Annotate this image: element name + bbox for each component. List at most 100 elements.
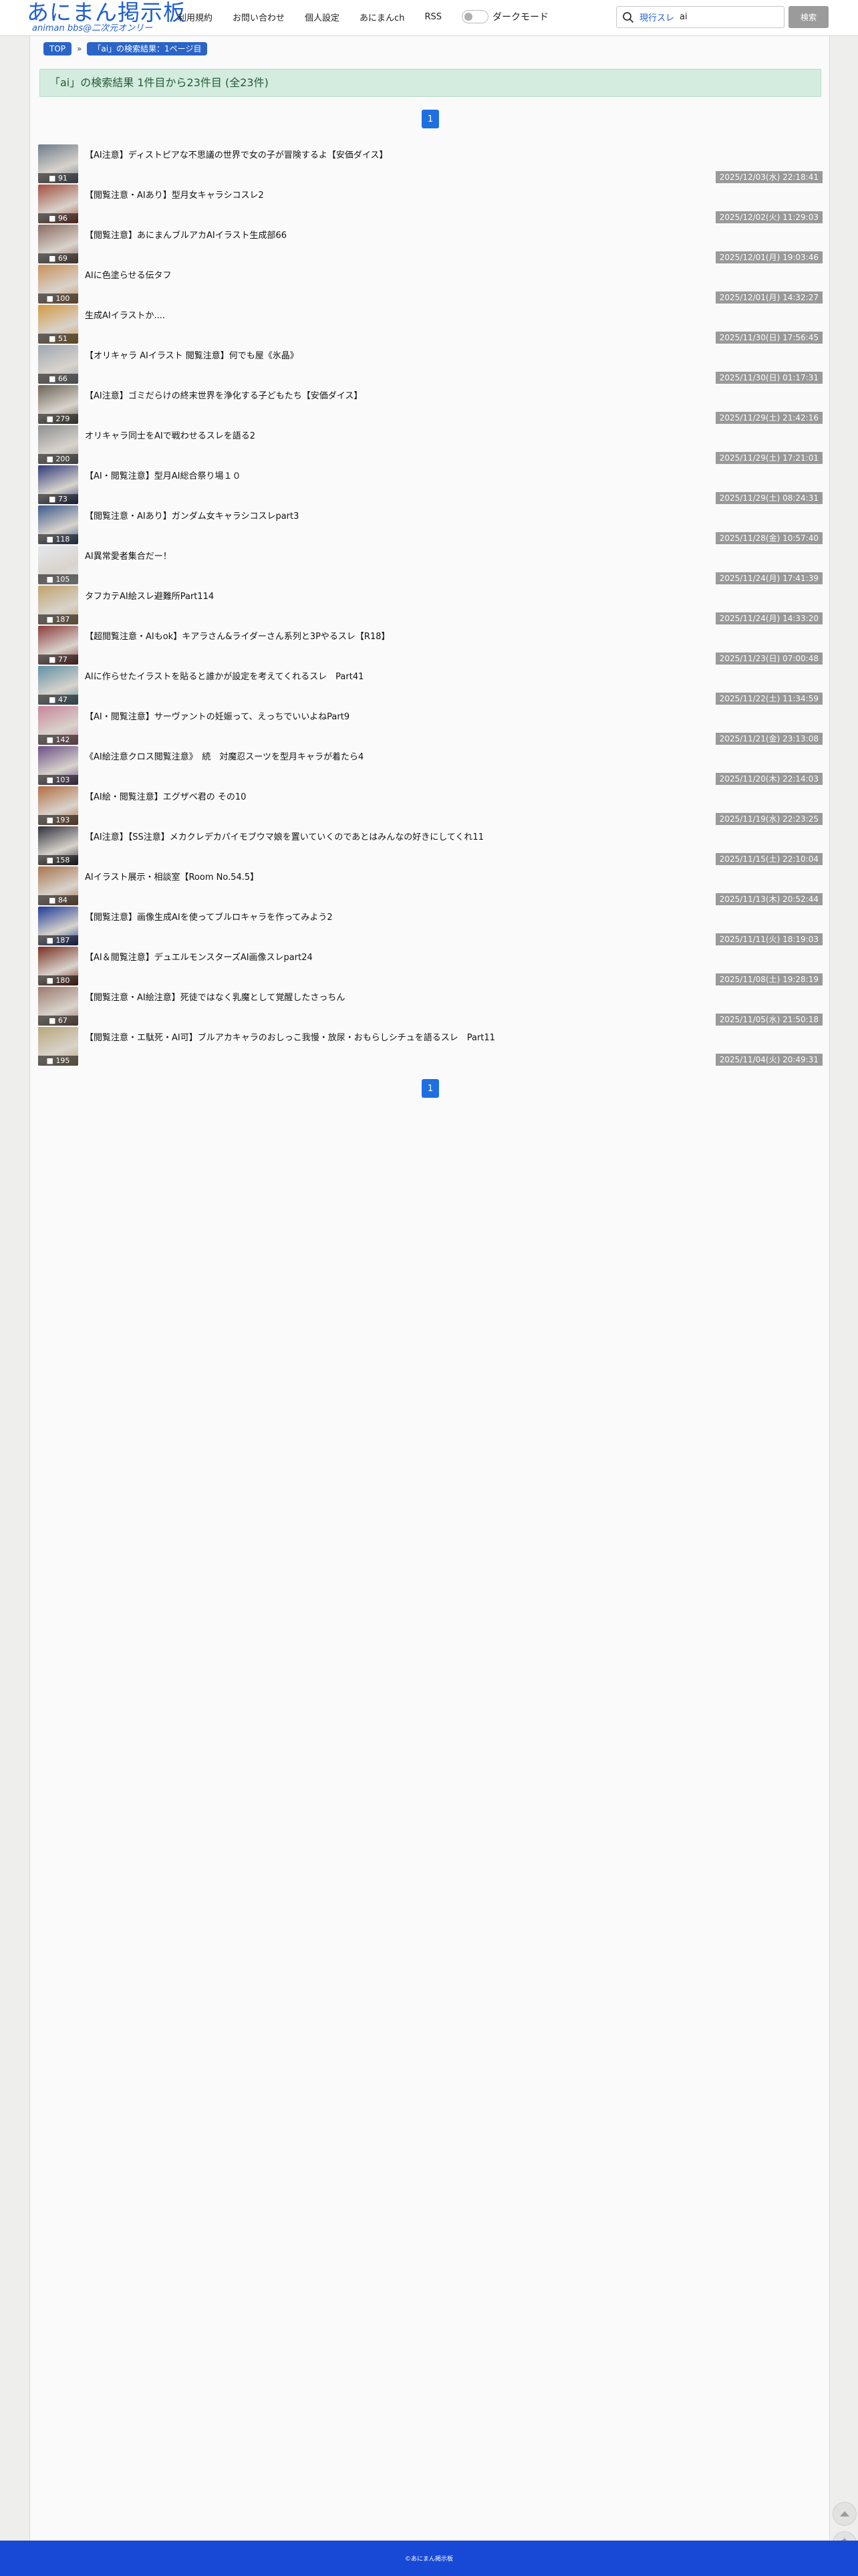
thread-row[interactable]: ■ 195 【閲覧注意・エ駄死・AI可】ブルアカキャラのおしっこ我慢・放尿・おもら…	[38, 1027, 823, 1067]
thread-title[interactable]: AIに色塗らせる伝タフ	[85, 268, 171, 281]
thread-thumbnail[interactable]: ■ 200	[38, 425, 78, 464]
thread-row[interactable]: ■ 180 【AI＆閲覧注意】デュエルモンスターズAI画像スレpart24 2025…	[38, 947, 823, 987]
thread-row[interactable]: ■ 193 【AI絵・閲覧注意】エグザベ君の その10 2025/11/19(水) …	[38, 786, 823, 826]
reply-count: ■ 158	[38, 855, 78, 865]
thread-title[interactable]: 【AI注意】【SS注意】メカクレデカパイモブウマ娘を置いていくのであとはみんなの…	[85, 830, 484, 842]
thread-row[interactable]: ■ 279 【AI注意】ゴミだらけの終末世界を浄化する子どもたち【安価ダイス】 20…	[38, 385, 823, 425]
reply-count: ■ 66	[38, 374, 78, 384]
thread-thumbnail[interactable]: ■ 96	[38, 185, 78, 223]
search-scope-select[interactable]: 現行スレ	[639, 11, 674, 23]
thread-row[interactable]: ■ 66 【オリキャラ AIイラスト 閲覧注意】何でも屋《氷晶》 2025/11/3…	[38, 345, 823, 385]
thread-row[interactable]: ■ 142 【AI・閲覧注意】サーヴァントの妊娠って、えっちでいいよねPart9 2…	[38, 706, 823, 746]
thread-thumbnail[interactable]: ■ 158	[38, 826, 78, 865]
comment-icon: ■	[46, 535, 56, 544]
thread-thumbnail[interactable]: ■ 118	[38, 505, 78, 544]
thread-thumbnail[interactable]: ■ 84	[38, 866, 78, 905]
thread-thumbnail[interactable]: ■ 73	[38, 465, 78, 504]
thread-row[interactable]: ■ 47 AIに作らせたイラストを貼ると誰かが設定を考えてくれるスレ Part41…	[38, 666, 823, 706]
search-button[interactable]: 検索	[789, 6, 829, 28]
thread-thumbnail[interactable]: ■ 51	[38, 305, 78, 344]
thread-row[interactable]: ■ 77 【超閲覧注意・AIもok】キアラさん&ライダーさん系列と3Pやるスレ【R…	[38, 626, 823, 666]
thread-row[interactable]: ■ 103 《AI絵注意クロス閲覧注意》 続 対魔忍スーツを型月キャラが着たら4 2…	[38, 746, 823, 786]
thread-title[interactable]: 【オリキャラ AIイラスト 閲覧注意】何でも屋《氷晶》	[85, 348, 299, 361]
thread-title[interactable]: 【AI注意】ゴミだらけの終末世界を浄化する子どもたち【安価ダイス】	[85, 388, 362, 401]
thread-date: 2025/11/29(土) 08:24:31	[715, 492, 823, 504]
thread-thumbnail[interactable]: ■ 47	[38, 666, 78, 705]
dark-mode-toggle[interactable]: ダークモード	[461, 10, 549, 23]
thread-thumbnail[interactable]: ■ 69	[38, 225, 78, 263]
thread-row[interactable]: ■ 100 AIに色塗らせる伝タフ 2025/12/01(月) 14:32:27	[38, 265, 823, 305]
thread-title[interactable]: 【AI・閲覧注意】型月AI総合祭り場１０	[85, 469, 241, 481]
comment-icon: ■	[46, 776, 56, 784]
thread-title[interactable]: 《AI絵注意クロス閲覧注意》 続 対魔忍スーツを型月キャラが着たら4	[85, 749, 364, 762]
thread-thumbnail[interactable]: ■ 103	[38, 746, 78, 785]
thread-thumbnail[interactable]: ■ 77	[38, 626, 78, 665]
thread-date: 2025/11/22(土) 11:34:59	[715, 693, 823, 705]
thread-row[interactable]: ■ 67 【閲覧注意・AI絵注意】死徒ではなく乳魔として覚醒したさっちん 2025/…	[38, 987, 823, 1027]
thread-title[interactable]: AI異常愛者集合だー！	[85, 549, 172, 562]
reply-count-value: 84	[57, 896, 67, 905]
site-logo[interactable]: あにまん掲示板 animan bbs@二次元オンリー	[27, 1, 185, 33]
thread-title[interactable]: タフカテAI絵スレ避難所Part114	[85, 589, 214, 602]
thread-thumbnail[interactable]: ■ 142	[38, 706, 78, 745]
thread-row[interactable]: ■ 69 【閲覧注意】あにまんブルアカAIイラスト生成部66 2025/12/01(…	[38, 225, 823, 265]
thread-row[interactable]: ■ 73 【AI・閲覧注意】型月AI総合祭り場１０ 2025/11/29(土) 08…	[38, 465, 823, 505]
thread-title[interactable]: 【閲覧注意・AI絵注意】死徒ではなく乳魔として覚醒したさっちん	[85, 990, 345, 1003]
thread-thumbnail[interactable]: ■ 67	[38, 987, 78, 1026]
thread-row[interactable]: ■ 187 タフカテAI絵スレ避難所Part114 2025/11/24(月) 14…	[38, 586, 823, 626]
thread-title[interactable]: 【超閲覧注意・AIもok】キアラさん&ライダーさん系列と3Pやるスレ【R18】	[85, 629, 390, 642]
thread-row[interactable]: ■ 105 AI異常愛者集合だー！ 2025/11/24(月) 17:41:39	[38, 546, 823, 586]
thread-row[interactable]: ■ 118 【閲覧注意・AIあり】ガンダム女キャラシコスレpart3 2025/11…	[38, 505, 823, 546]
thread-thumbnail[interactable]: ■ 195	[38, 1027, 78, 1066]
reply-count: ■ 195	[38, 1056, 78, 1066]
thread-title[interactable]: 【AI注意】ディストピアな不思議の世界で女の子が冒険するよ【安価ダイス】	[85, 148, 388, 160]
thread-title[interactable]: オリキャラ同士をAIで戦わせるスレを語る2	[85, 429, 255, 441]
thread-date: 2025/11/30(日) 01:17:31	[715, 372, 823, 384]
thread-title[interactable]: 【AI・閲覧注意】サーヴァントの妊娠って、えっちでいいよねPart9	[85, 709, 349, 722]
reply-count: ■ 47	[38, 695, 78, 705]
nav-settings[interactable]: 個人設定	[305, 11, 339, 23]
thread-thumbnail[interactable]: ■ 91	[38, 144, 78, 183]
nav-animanch[interactable]: あにまんch	[360, 11, 404, 23]
thread-row[interactable]: ■ 84 AIイラスト展示・相談室【Room No.54.5】 2025/11/13…	[38, 866, 823, 907]
thread-title[interactable]: AIに作らせたイラストを貼ると誰かが設定を考えてくれるスレ Part41	[85, 669, 364, 682]
thread-row[interactable]: ■ 187 【閲覧注意】画像生成AIを使ってブルロキャラを作ってみよう2 2025/…	[38, 907, 823, 947]
thread-title[interactable]: 生成AIイラストか....	[85, 308, 165, 321]
breadcrumb-current[interactable]: 「ai」の検索結果：1ページ目	[87, 42, 208, 55]
nav-terms[interactable]: 利用規約	[178, 11, 212, 23]
comment-icon: ■	[49, 254, 58, 263]
scroll-top-button[interactable]	[833, 2502, 857, 2526]
search-query[interactable]: ai	[680, 12, 688, 22]
thread-thumbnail[interactable]: ■ 279	[38, 385, 78, 424]
pagination-top[interactable]: 1	[422, 110, 439, 128]
thread-title[interactable]: 【閲覧注意・AIあり】型月女キャラシコスレ2	[85, 188, 264, 201]
arrow-up-icon	[840, 2511, 849, 2516]
pagination-bottom[interactable]: 1	[422, 1079, 439, 1098]
comment-icon: ■	[49, 495, 58, 503]
thread-thumbnail[interactable]: ■ 187	[38, 907, 78, 945]
dark-mode-switch[interactable]	[461, 10, 488, 23]
search-input[interactable]: 現行スレ ai	[616, 6, 784, 28]
thread-thumbnail[interactable]: ■ 180	[38, 947, 78, 985]
thread-row[interactable]: ■ 200 オリキャラ同士をAIで戦わせるスレを語る2 2025/11/29(土) …	[38, 425, 823, 465]
breadcrumb-top[interactable]: TOP	[43, 42, 72, 55]
thread-title[interactable]: 【閲覧注意】画像生成AIを使ってブルロキャラを作ってみよう2	[85, 910, 333, 923]
thread-thumbnail[interactable]: ■ 193	[38, 786, 78, 825]
thread-thumbnail[interactable]: ■ 187	[38, 586, 78, 624]
thread-row[interactable]: ■ 158 【AI注意】【SS注意】メカクレデカパイモブウマ娘を置いていくのであと…	[38, 826, 823, 866]
thread-title[interactable]: 【AI絵・閲覧注意】エグザベ君の その10	[85, 790, 246, 802]
nav-rss[interactable]: RSS	[424, 12, 442, 22]
thread-title[interactable]: 【閲覧注意・AIあり】ガンダム女キャラシコスレpart3	[85, 509, 299, 521]
thread-row[interactable]: ■ 51 生成AIイラストか.... 2025/11/30(日) 17:56:45	[38, 305, 823, 345]
thread-title[interactable]: 【閲覧注意】あにまんブルアカAIイラスト生成部66	[85, 228, 287, 241]
comment-icon: ■	[46, 575, 56, 584]
thread-title[interactable]: 【AI＆閲覧注意】デュエルモンスターズAI画像スレpart24	[85, 950, 313, 963]
thread-thumbnail[interactable]: ■ 100	[38, 265, 78, 304]
thread-title[interactable]: 【閲覧注意・エ駄死・AI可】ブルアカキャラのおしっこ我慢・放尿・おもらしシチュを…	[85, 1030, 495, 1043]
thread-thumbnail[interactable]: ■ 66	[38, 345, 78, 384]
nav-contact[interactable]: お問い合わせ	[233, 11, 285, 23]
thread-thumbnail[interactable]: ■ 105	[38, 546, 78, 584]
thread-row[interactable]: ■ 91 【AI注意】ディストピアな不思議の世界で女の子が冒険するよ【安価ダイス】…	[38, 144, 823, 185]
thread-row[interactable]: ■ 96 【閲覧注意・AIあり】型月女キャラシコスレ2 2025/12/02(火) …	[38, 185, 823, 225]
thread-title[interactable]: AIイラスト展示・相談室【Room No.54.5】	[85, 870, 259, 883]
